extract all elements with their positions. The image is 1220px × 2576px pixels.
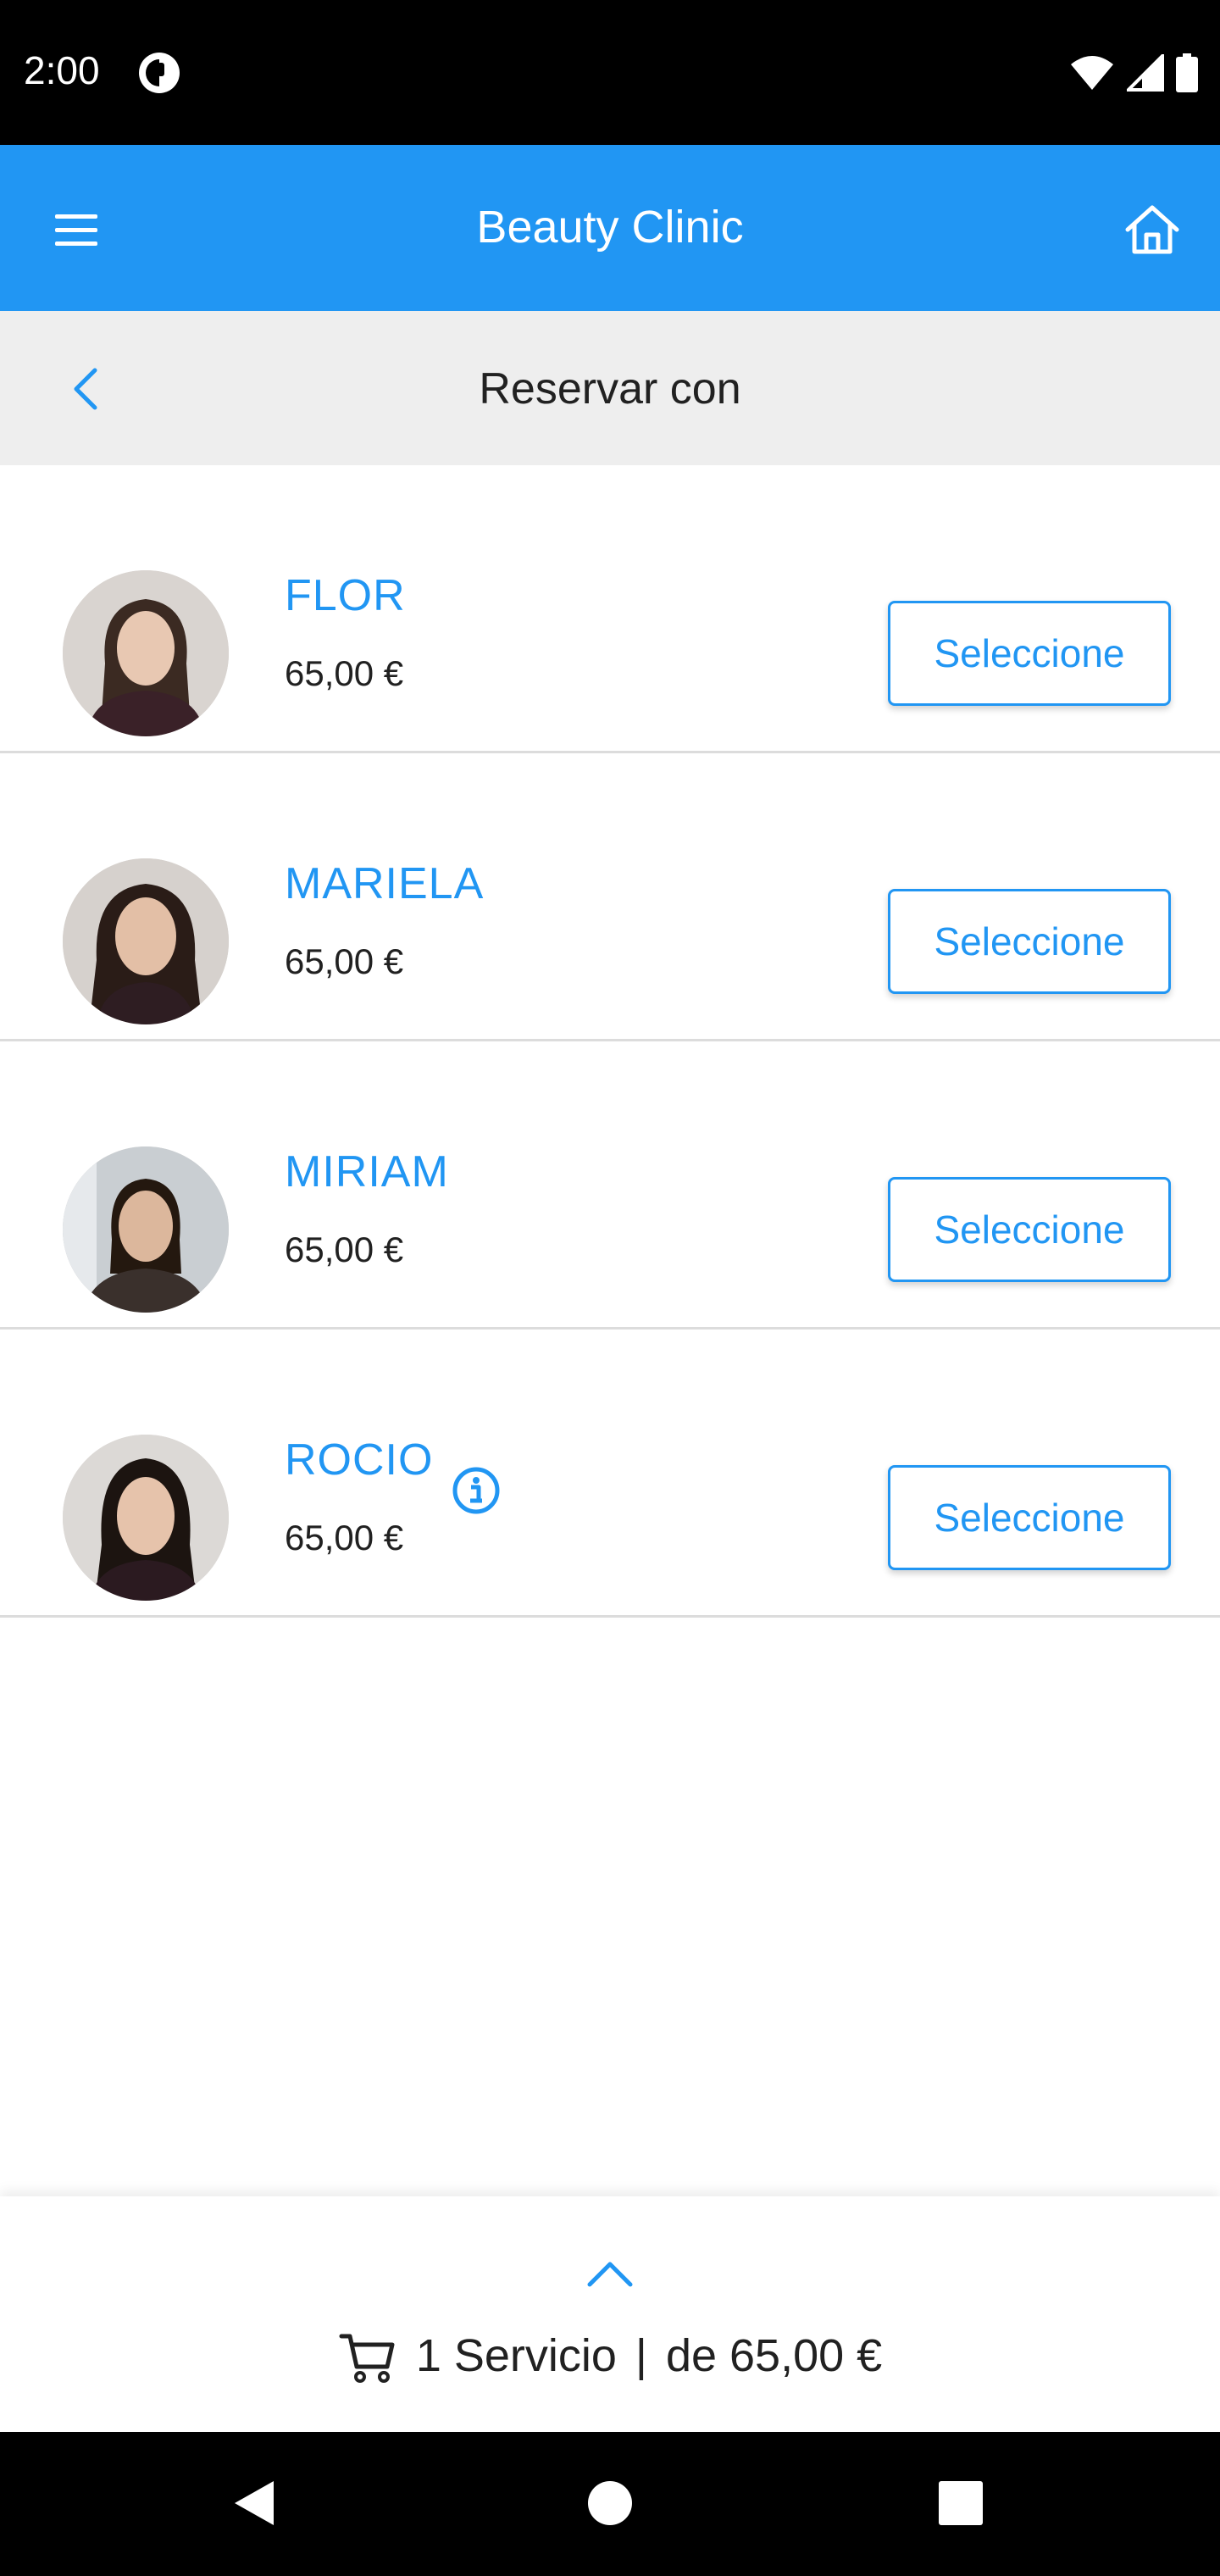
staff-name: ROCIO xyxy=(285,1435,434,1485)
staff-price: 65,00 € xyxy=(285,941,404,981)
cart-separator: | xyxy=(635,2330,647,2381)
cart-summary[interactable]: 1 Servicio | de 65,00 € xyxy=(0,2322,1220,2390)
select-button[interactable]: Seleccione xyxy=(888,889,1171,994)
circle-home-icon xyxy=(588,2481,632,2525)
screen: 2:00 Beauty Clinic Reservar con FLOR 65,… xyxy=(0,0,1220,2576)
select-button[interactable]: Seleccione xyxy=(888,1177,1171,1282)
staff-photo xyxy=(63,858,229,1024)
staff-price: 65,00 € xyxy=(285,1518,404,1557)
staff-row-rocio: ROCIO 65,00 € Seleccione xyxy=(0,1330,1220,1618)
info-icon[interactable] xyxy=(451,1465,502,1516)
staff-row-flor: FLOR 65,00 € Seleccione xyxy=(0,465,1220,753)
nav-home-button[interactable] xyxy=(576,2469,644,2537)
staff-list: FLOR 65,00 € Seleccione MARIELA 65,00 € … xyxy=(0,465,1220,1618)
nav-back-button[interactable] xyxy=(220,2469,288,2537)
avatar xyxy=(63,1146,229,1313)
notification-app-icon xyxy=(139,53,180,93)
battery-icon xyxy=(1176,53,1198,92)
staff-photo xyxy=(63,1435,229,1601)
staff-photo xyxy=(63,1146,229,1313)
avatar xyxy=(63,1435,229,1601)
sub-header: Reservar con xyxy=(0,311,1220,465)
staff-price: 65,00 € xyxy=(285,1230,404,1269)
cart-total: de 65,00 € xyxy=(665,2330,883,2381)
square-recents-icon xyxy=(939,2481,983,2525)
home-button[interactable] xyxy=(1115,192,1190,267)
status-bar: 2:00 xyxy=(0,0,1220,145)
chevron-up-icon[interactable] xyxy=(585,2257,635,2291)
triangle-back-icon xyxy=(235,2481,274,2525)
cellular-signal-icon xyxy=(1127,54,1164,92)
shopping-cart-icon xyxy=(339,2334,395,2383)
status-icons xyxy=(1069,51,1198,95)
nav-recents-button[interactable] xyxy=(927,2469,995,2537)
cart-bar: 1 Servicio | de 65,00 € xyxy=(0,2196,1220,2432)
staff-row-mariela: MARIELA 65,00 € Seleccione xyxy=(0,753,1220,1041)
select-button[interactable]: Seleccione xyxy=(888,1465,1171,1570)
avatar xyxy=(63,570,229,736)
app-bar: Beauty Clinic xyxy=(0,145,1220,311)
staff-name: FLOR xyxy=(285,571,406,620)
system-nav-bar xyxy=(0,2432,1220,2576)
staff-row-miriam: MIRIAM 65,00 € Seleccione xyxy=(0,1041,1220,1330)
wifi-icon xyxy=(1071,56,1113,90)
avatar xyxy=(63,858,229,1024)
staff-photo xyxy=(63,570,229,736)
staff-name: MARIELA xyxy=(285,859,485,908)
app-title: Beauty Clinic xyxy=(476,202,744,253)
cart-count: 1 Servicio xyxy=(415,2330,617,2381)
home-icon xyxy=(1125,205,1179,254)
select-button[interactable]: Seleccione xyxy=(888,601,1171,706)
page-title: Reservar con xyxy=(479,364,741,414)
staff-name: MIRIAM xyxy=(285,1147,449,1196)
staff-price: 65,00 € xyxy=(285,653,404,693)
status-time: 2:00 xyxy=(24,48,100,92)
